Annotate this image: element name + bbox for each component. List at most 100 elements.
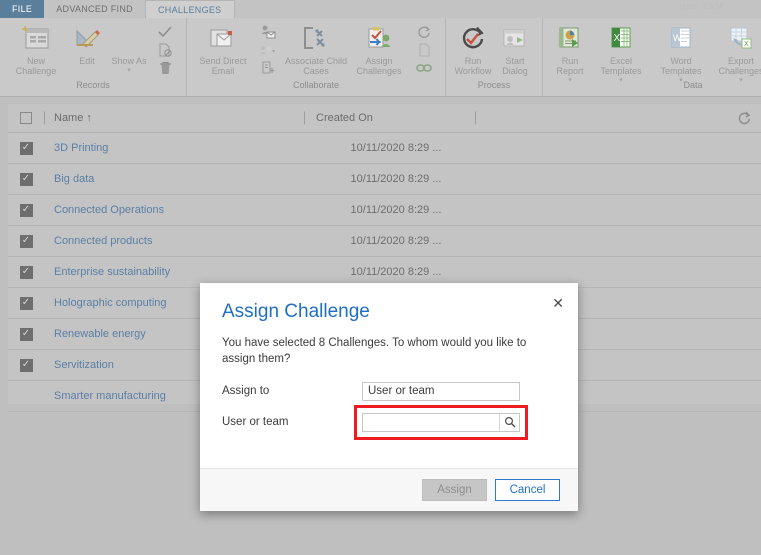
edit-pencil-ruler-icon [73,23,101,55]
tab-challenges[interactable]: CHALLENGES [144,0,235,18]
deactivate-document-icon[interactable] [158,42,172,57]
checkmark-icon[interactable] [158,24,172,39]
show-as-caret-icon[interactable]: ▾ [127,66,131,76]
row-created-on: 10/11/2020 8:29 ... [350,142,442,154]
grid-header-row: Name ↑ Created On [8,104,761,133]
edit-button[interactable]: Edit [66,21,108,66]
add-to-queue-icon[interactable] [261,60,276,75]
column-divider [44,111,45,125]
row-checkbox-cell[interactable]: ✓ [8,296,44,310]
ribbon-group-collaborate-title: Collaborate [292,80,340,90]
tab-file[interactable]: FILE [0,0,45,18]
user-or-team-input[interactable] [363,413,499,431]
associate-child-cases-button[interactable]: Associate Child Cases [283,21,349,76]
show-as-button[interactable]: Show As ▾ [108,21,150,76]
run-workflow-button[interactable]: Run Workflow [452,21,494,76]
export-challenges-label: Export Challenges [718,56,761,76]
ribbon: New Challenge Edit Show As ▾ Records Sen… [0,18,761,97]
row-name-link[interactable]: Enterprise sustainability [44,266,304,278]
excel-templates-button[interactable]: X Excel Templates ▾ [591,21,651,86]
table-row[interactable]: ✓ 3D Printing 10/11/2020 8:29 ... [8,133,761,164]
collaborate-small-buttons: ▾ [253,21,283,75]
add-connection-icon[interactable] [260,24,276,39]
export-challenges-button[interactable]: X Export Challenges ▾ [711,21,761,86]
row-created-on: 10/11/2020 8:29 ... [350,266,442,278]
user-or-team-highlight-box [354,404,528,440]
ribbon-tab-strip: FILE ADVANCED FIND CHALLENGES [0,0,761,18]
dialog-description: You have selected 8 Challenges. To whom … [222,337,527,365]
row-name-link[interactable]: Big data [44,173,304,185]
new-challenge-button[interactable]: New Challenge [6,21,66,76]
row-name-link[interactable]: Connected products [44,235,304,247]
start-dialog-button[interactable]: Start Dialog [494,21,536,76]
column-divider [304,111,305,125]
send-direct-email-icon [208,23,238,55]
column-divider [475,111,476,125]
dialog-footer: Assign Cancel [200,468,578,511]
ribbon-group-data: Run Report ▾ X Excel Templates ▾ W Word … [542,18,761,96]
table-row[interactable]: ✓ Big data 10/11/2020 8:29 ... [8,164,761,195]
assign-challenges-label: Assign Challenges [356,56,402,76]
row-checkbox-cell[interactable] [8,390,44,403]
excel-templates-label: Excel Templates [600,56,642,76]
row-checkbox-cell[interactable]: ✓ [8,327,44,341]
row-checkbox[interactable]: ✓ [19,327,33,341]
row-checkbox[interactable]: ✓ [19,358,33,372]
column-header-name[interactable]: Name ↑ [44,111,304,125]
row-checkbox[interactable]: ✓ [19,296,33,310]
link-chain-icon[interactable] [416,60,432,75]
assign-challenges-button[interactable]: Assign Challenges [349,21,409,76]
run-report-icon [556,23,584,55]
run-workflow-icon [459,23,487,55]
row-checkbox-cell[interactable]: ✓ [8,172,44,186]
connect-to-other-icon[interactable]: ▾ [259,42,277,57]
assign-challenge-dialog: ✕ Assign Challenge You have selected 8 C… [200,283,578,511]
excel-templates-icon: X [607,23,635,55]
table-row[interactable]: ✓ Connected Operations 10/11/2020 8:29 .… [8,195,761,226]
row-checkbox[interactable] [20,390,33,403]
send-direct-email-button[interactable]: Send Direct Email [193,21,253,76]
assign-to-select[interactable]: User or team [362,381,520,401]
send-direct-email-label: Send Direct Email [199,56,247,76]
row-checkbox-cell[interactable]: ✓ [8,358,44,372]
row-name-link[interactable]: Connected Operations [44,204,304,216]
show-as-label: Show As [111,56,147,66]
assign-button[interactable]: Assign [422,479,487,501]
tab-advanced-find[interactable]: ADVANCED FIND [44,0,145,18]
row-checkbox-cell[interactable]: ✓ [8,141,44,155]
row-checkbox[interactable]: ✓ [19,265,33,279]
document-icon[interactable] [418,42,430,57]
search-icon[interactable] [499,413,519,431]
close-icon[interactable]: ✕ [552,296,564,310]
edit-label: Edit [79,56,95,66]
row-checkbox-cell[interactable]: ✓ [8,234,44,248]
row-checkbox-cell[interactable]: ✓ [8,265,44,279]
column-header-created-on[interactable]: Created On [304,111,476,125]
word-templates-button[interactable]: W Word Templates ▾ [651,21,711,86]
table-row[interactable]: ✓ Connected products 10/11/2020 8:29 ... [8,226,761,257]
row-checkbox-cell[interactable]: ✓ [8,203,44,217]
select-all-checkbox-cell[interactable] [8,112,44,124]
column-header-name-label: Name [54,112,84,124]
row-checkbox[interactable]: ✓ [19,172,33,186]
new-record-icon [21,23,51,55]
user-or-team-lookup[interactable] [362,412,520,432]
row-checkbox[interactable]: ✓ [19,203,33,217]
row-name-link[interactable]: 3D Printing [44,142,304,154]
delete-trash-icon[interactable] [159,60,172,75]
assign-challenges-icon [364,23,394,55]
row-checkbox[interactable]: ✓ [19,141,33,155]
run-workflow-label: Run Workflow [454,56,492,76]
start-dialog-label: Start Dialog [502,56,528,76]
collaborate-small-buttons-2 [409,21,439,75]
cancel-button[interactable]: Cancel [495,479,560,501]
row-created-on: 10/11/2020 8:29 ... [350,204,442,216]
svg-text:X: X [744,41,749,48]
refresh-circle-icon[interactable] [417,24,431,39]
word-templates-icon: W [667,23,695,55]
new-challenge-label: New Challenge [15,56,57,76]
row-checkbox[interactable]: ✓ [19,234,33,248]
select-all-checkbox[interactable] [20,112,32,124]
run-report-button[interactable]: Run Report ▾ [549,21,591,86]
refresh-icon[interactable] [735,109,753,127]
